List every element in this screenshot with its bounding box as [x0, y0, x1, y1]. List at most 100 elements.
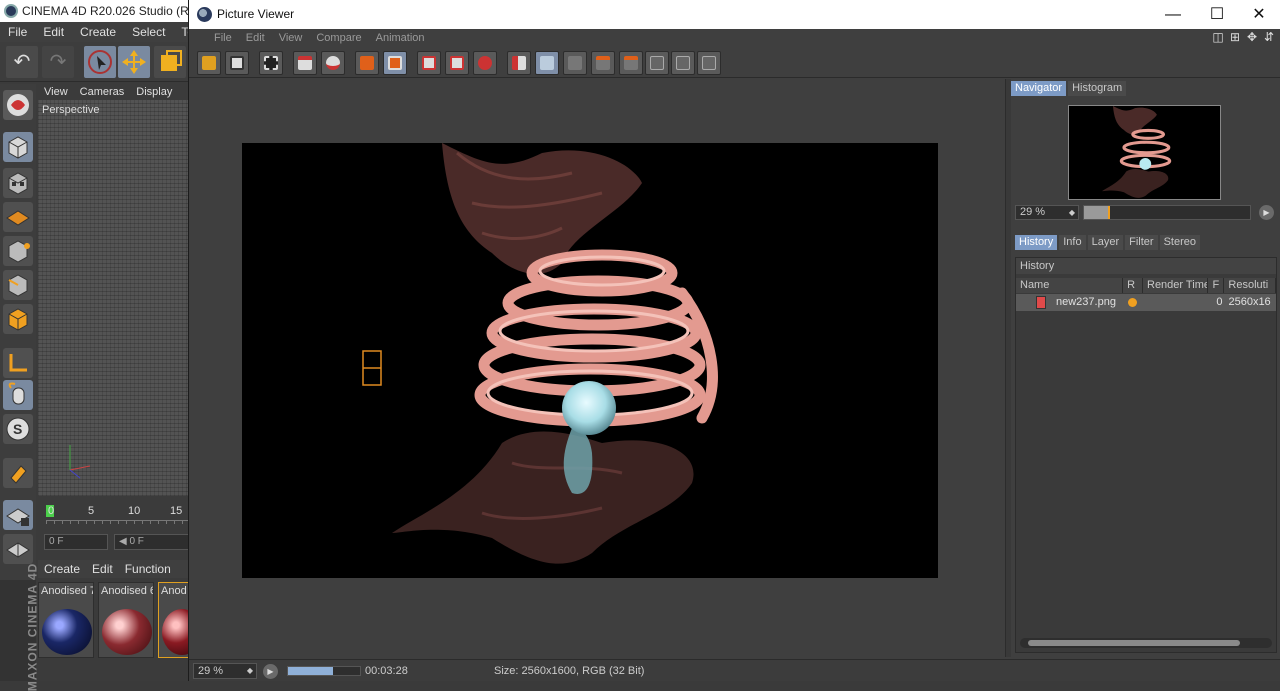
c4d-menu-select[interactable]: Select	[124, 22, 173, 42]
ab-text-icon[interactable]	[563, 51, 587, 75]
c4d-menubar: File Edit Create Select Tools	[0, 22, 209, 42]
status-zoom-field[interactable]: 29 % ◆	[193, 663, 257, 679]
history-row[interactable]: new237.png 0 2560x16	[1016, 294, 1276, 311]
tab-histogram[interactable]: Histogram	[1068, 81, 1127, 96]
viewport-menu-display[interactable]: Display	[130, 84, 178, 101]
tweak-mode-icon[interactable]	[3, 380, 33, 410]
c4d-menu-edit[interactable]: Edit	[35, 22, 72, 42]
c4d-mode-palette: S	[0, 84, 36, 584]
navigator-thumbnail[interactable]	[1068, 105, 1221, 200]
planar-workplane-icon[interactable]	[3, 534, 33, 564]
live-select-icon[interactable]	[84, 46, 116, 78]
c4d-menu-file[interactable]: File	[0, 22, 35, 42]
move-panel-icon[interactable]: ✥	[1245, 30, 1259, 44]
current-frame-field[interactable]: ◀ 0 F	[114, 534, 190, 550]
texture-mode-icon[interactable]	[3, 168, 33, 198]
menu-animation[interactable]: Animation	[369, 29, 432, 48]
make-editable-icon[interactable]	[3, 90, 33, 120]
points-mode-icon[interactable]	[3, 236, 33, 266]
column-render-time[interactable]: Render Time	[1143, 278, 1209, 293]
column-resolution[interactable]: Resoluti	[1224, 278, 1276, 293]
timeline[interactable]: 0 5 10 15	[38, 500, 190, 530]
cinema4d-app-icon	[197, 7, 212, 22]
material-menu-edit[interactable]: Edit	[86, 560, 119, 578]
move-tool-icon[interactable]	[118, 46, 150, 78]
menu-compare[interactable]: Compare	[309, 29, 368, 48]
split-view-b-icon[interactable]	[671, 51, 695, 75]
user-info-icon[interactable]	[321, 51, 345, 75]
maximize-button[interactable]: ☐	[1195, 0, 1239, 29]
c4d-menu-create[interactable]: Create	[72, 22, 124, 42]
set-b-icon[interactable]	[619, 51, 643, 75]
tab-filter[interactable]: Filter	[1125, 235, 1158, 250]
axis-mode-icon[interactable]	[3, 348, 33, 378]
material-swatch[interactable]: Anodised 7	[38, 582, 94, 658]
tab-history[interactable]: History	[1015, 235, 1058, 250]
region-render-b-icon[interactable]	[445, 51, 469, 75]
column-frame[interactable]: F	[1208, 278, 1225, 293]
split-view-icon[interactable]	[645, 51, 669, 75]
navigator-zoom-slider[interactable]	[1083, 205, 1251, 220]
copy-image-icon[interactable]	[355, 51, 379, 75]
material-swatch[interactable]: Anodised 6	[98, 582, 154, 658]
minimize-button[interactable]: —	[1151, 0, 1195, 29]
open-file-icon[interactable]	[197, 51, 221, 75]
filmstrip-icon[interactable]	[293, 51, 317, 75]
perspective-viewport[interactable]	[38, 100, 190, 496]
scrollbar-thumb[interactable]	[1028, 640, 1240, 646]
history-horizontal-scrollbar[interactable]	[1020, 638, 1272, 648]
locked-workplane-icon[interactable]	[3, 500, 33, 530]
split-view-c-icon[interactable]	[697, 51, 721, 75]
close-button[interactable]: ✕	[1237, 0, 1280, 29]
history-resolution: 2560x16	[1228, 296, 1271, 308]
zoom-stepper-icon[interactable]: ◆	[247, 664, 253, 678]
image-size-text: Size: 2560x1600, RGB (32 Bit)	[494, 665, 645, 677]
picture-viewer-toolbar	[189, 48, 1280, 78]
play-icon[interactable]: ▶	[263, 664, 278, 679]
tab-stereo[interactable]: Stereo	[1159, 235, 1200, 250]
column-r[interactable]: R	[1123, 278, 1143, 293]
navigator-zoom-field[interactable]: 29 % ◆	[1015, 205, 1079, 220]
viewport-menu-view[interactable]: View	[38, 84, 74, 101]
material-menu-function[interactable]: Function	[119, 560, 177, 578]
panel-layout-icon[interactable]: ◫	[1211, 30, 1225, 44]
zoom-slider-handle[interactable]	[1108, 206, 1110, 219]
undo-icon[interactable]: ↶	[6, 46, 38, 78]
column-name[interactable]: Name	[1016, 278, 1124, 293]
paste-image-icon[interactable]	[383, 51, 407, 75]
new-panel-icon[interactable]: ⊞	[1228, 30, 1242, 44]
picture-viewer-title-bar[interactable]: Picture Viewer — ☐ ✕	[189, 0, 1280, 29]
solo-mode-icon[interactable]: S	[3, 414, 33, 444]
zoom-stepper-icon[interactable]: ◆	[1069, 206, 1075, 219]
model-mode-icon[interactable]	[3, 132, 33, 162]
timeline-tick-label: 15	[170, 505, 183, 517]
render-animation-icon[interactable]	[259, 51, 283, 75]
material-menu-create[interactable]: Create	[38, 560, 86, 578]
polygons-mode-icon[interactable]	[3, 304, 33, 334]
start-frame-field[interactable]: 0 F	[44, 534, 108, 550]
redo-icon[interactable]: ↷	[42, 46, 74, 78]
image-canvas-area[interactable]	[189, 79, 1007, 657]
tab-navigator[interactable]: Navigator	[1011, 81, 1067, 96]
ab-compare-icon[interactable]	[507, 51, 531, 75]
play-icon[interactable]: ▶	[1259, 205, 1274, 220]
scale-tool-icon[interactable]	[154, 46, 186, 78]
collapse-panel-icon[interactable]: ⇵	[1262, 30, 1276, 44]
menu-view[interactable]: View	[272, 29, 310, 48]
ab-swap-icon[interactable]	[535, 51, 559, 75]
menu-edit[interactable]: Edit	[239, 29, 272, 48]
tab-info[interactable]: Info	[1059, 235, 1086, 250]
viewport-menu-cameras[interactable]: Cameras	[74, 84, 131, 101]
snap-icon[interactable]	[3, 458, 33, 488]
render-settings-icon[interactable]	[473, 51, 497, 75]
history-frame: 0	[1216, 296, 1223, 308]
navigator-tabs: Navigator Histogram	[1011, 81, 1127, 96]
menu-file[interactable]: File	[207, 29, 239, 48]
save-file-icon[interactable]	[225, 51, 249, 75]
tab-layer[interactable]: Layer	[1087, 235, 1124, 250]
region-render-icon[interactable]	[417, 51, 441, 75]
edges-mode-icon[interactable]	[3, 270, 33, 300]
material-swatch[interactable]: Anod	[158, 582, 202, 658]
set-a-icon[interactable]	[591, 51, 615, 75]
workplane-icon[interactable]	[3, 202, 33, 232]
